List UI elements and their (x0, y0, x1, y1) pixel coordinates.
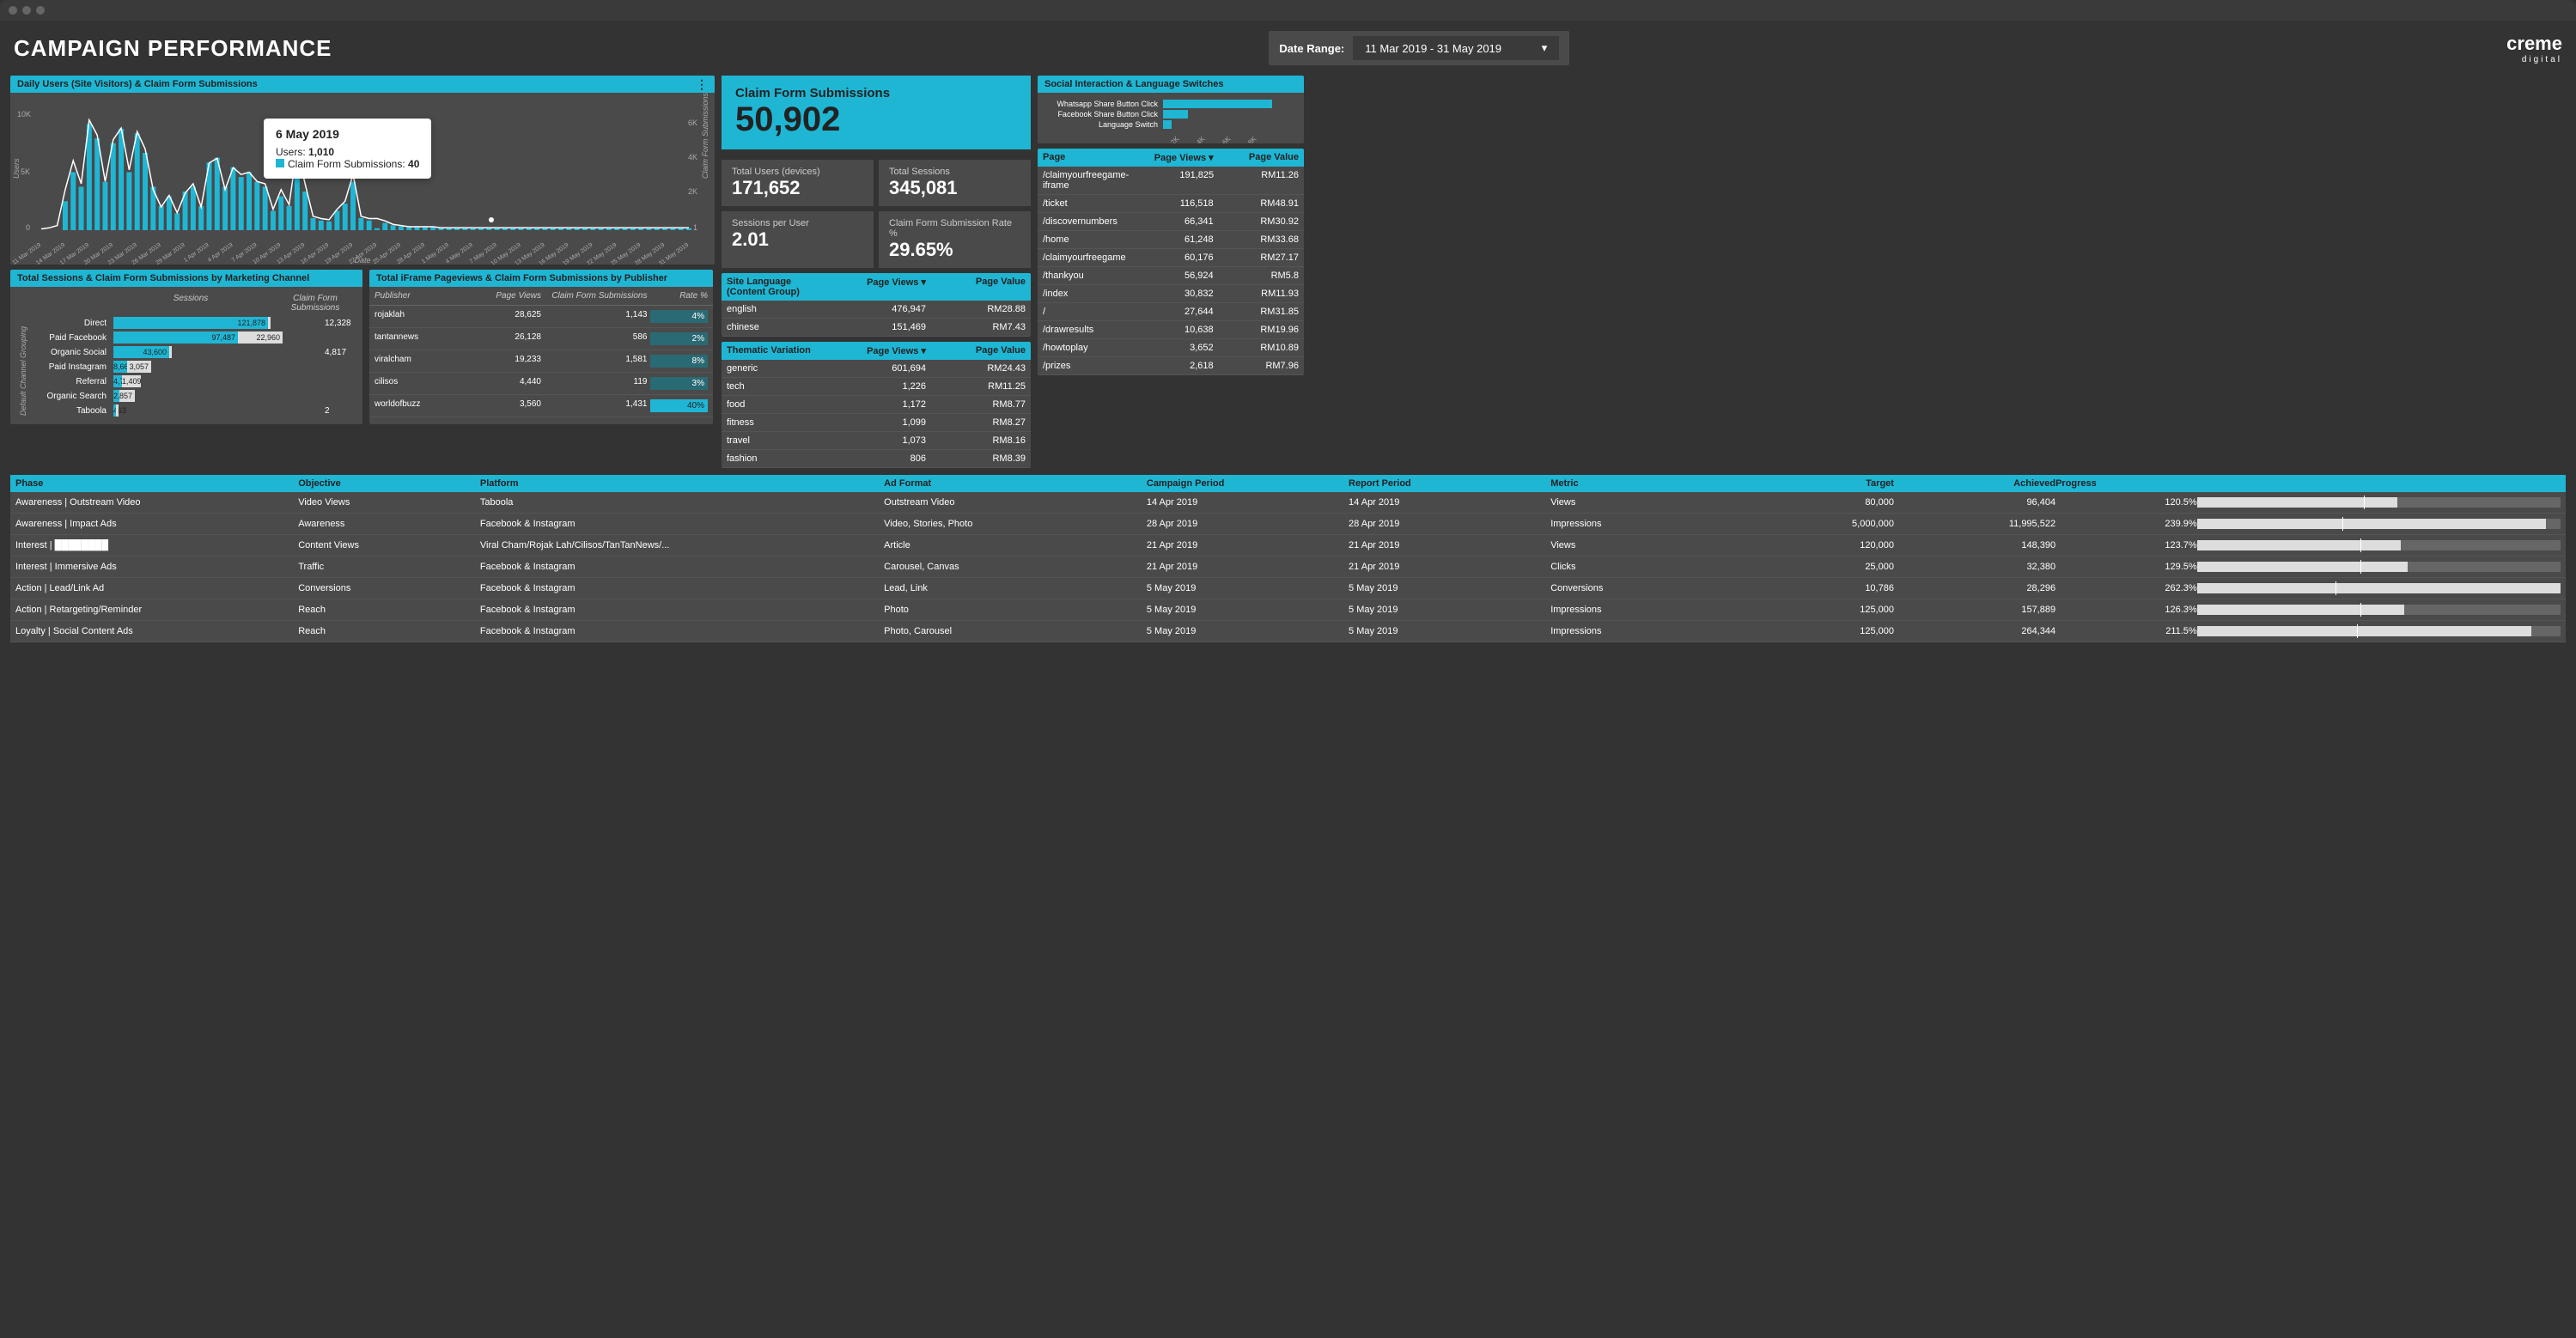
channel-row[interactable]: Organic Social43,6004,817 (27, 346, 354, 358)
campaign-table: PhaseObjectivePlatformAd FormatCampaign … (10, 475, 2566, 642)
daily-chart-panel: Daily Users (Site Visitors) & Claim Form… (10, 76, 715, 265)
kpi-card: Total Sessions345,081 (879, 160, 1031, 206)
campaign-row[interactable]: Action | Lead/Link AdConversionsFacebook… (10, 578, 2566, 599)
campaign-row[interactable]: Loyalty | Social Content AdsReachFaceboo… (10, 621, 2566, 642)
traffic-light-close[interactable] (9, 6, 17, 15)
svg-text:6K: 6K (688, 119, 697, 127)
svg-text:4K: 4K (688, 153, 697, 161)
table-row[interactable]: /27,644RM31.85 (1038, 303, 1304, 321)
kpi-card: Total Users (devices)171,652 (722, 160, 874, 206)
table-row[interactable]: /drawresults10,638RM19.96 (1038, 321, 1304, 339)
chart-tooltip: 6 May 2019 Users: 1,010 Claim Form Submi… (264, 119, 431, 179)
publisher-row[interactable]: worldofbuzz3,5601,43140% (369, 395, 713, 417)
kpi-card: Claim Form Submission Rate %29.65% (879, 211, 1031, 268)
channel-row[interactable]: Direct121,87812,328 (27, 317, 354, 329)
table-row[interactable]: /index30,832RM11.93 (1038, 285, 1304, 303)
table-row[interactable]: fitness1,099RM8.27 (722, 414, 1031, 432)
publisher-row[interactable]: rojaklah28,6251,1434% (369, 306, 713, 328)
channel-row[interactable]: Referral4,7951,409 (27, 375, 354, 387)
claim-metric: Claim Form Submissions 50,902 (722, 76, 1031, 149)
chevron-down-icon: ▾ (1542, 41, 1548, 55)
table-row[interactable]: /thankyou56,924RM5.8 (1038, 267, 1304, 285)
channel-row[interactable]: Paid Facebook97,48722,960 (27, 331, 354, 344)
svg-text:1: 1 (693, 223, 697, 232)
svg-text:10K: 10K (17, 110, 31, 119)
panel-menu-icon[interactable]: ⋮ (696, 77, 708, 92)
publisher-row[interactable]: tantannews26,1285862% (369, 328, 713, 350)
table-row[interactable]: /howtoplay3,652RM10.89 (1038, 339, 1304, 357)
channel-row[interactable]: Taboola4632 (27, 404, 354, 417)
traffic-light-max[interactable] (36, 6, 45, 15)
table-row[interactable]: english476,947RM28.88 (722, 301, 1031, 319)
kpi-card: Sessions per User2.01 (722, 211, 874, 268)
date-range-value: 11 Mar 2019 - 31 May 2019 (1365, 42, 1501, 55)
table-row[interactable]: /prizes2,618RM7.96 (1038, 357, 1304, 375)
window-titlebar (0, 0, 2576, 21)
social-bar: Whatsapp Share Button Click (1043, 100, 1299, 108)
table-row[interactable]: /ticket116,518RM48.91 (1038, 195, 1304, 213)
channel-row[interactable]: Organic Search2,683857 (27, 390, 354, 402)
table-row[interactable]: food1,172RM8.77 (722, 396, 1031, 414)
date-range-picker[interactable]: Date Range: 11 Mar 2019 - 31 May 2019 ▾ (1269, 31, 1569, 65)
date-range-label: Date Range: (1279, 42, 1344, 55)
campaign-row[interactable]: Action | Retargeting/ReminderReachFacebo… (10, 599, 2566, 621)
table-row[interactable]: generic601,694RM24.43 (722, 360, 1031, 378)
publisher-panel: Total iFrame Pageviews & Claim Form Subm… (369, 270, 713, 424)
social-panel: Social Interaction & Language Switches W… (1038, 76, 1304, 143)
table-row[interactable]: chinese151,469RM7.43 (722, 319, 1031, 337)
table-row[interactable]: tech1,226RM11.25 (722, 378, 1031, 396)
table-row[interactable]: /claimyourfreegame-iframe191,825RM11.26 (1038, 167, 1304, 195)
campaign-row[interactable]: Awareness | Impact AdsAwarenessFacebook … (10, 514, 2566, 535)
campaign-row[interactable]: Interest | ████████Content ViewsViral Ch… (10, 535, 2566, 556)
table-row[interactable]: travel1,073RM8.16 (722, 432, 1031, 450)
svg-text:2K: 2K (688, 187, 697, 196)
svg-text:5K: 5K (21, 167, 30, 176)
table-row[interactable]: /home61,248RM33.68 (1038, 231, 1304, 249)
traffic-light-min[interactable] (22, 6, 31, 15)
social-bar: Facebook Share Button Click (1043, 110, 1299, 119)
table-row[interactable]: fashion806RM8.39 (722, 450, 1031, 468)
svg-text:0: 0 (26, 223, 30, 232)
page-title: CAMPAIGN PERFORMANCE (14, 35, 332, 62)
channel-panel: Total Sessions & Claim Form Submissions … (10, 270, 362, 424)
campaign-row[interactable]: Interest | Immersive AdsTrafficFacebook … (10, 556, 2566, 578)
svg-text:4 Apr 2019: 4 Apr 2019 (207, 242, 234, 264)
svg-text:Date: Date (354, 256, 370, 265)
table-row[interactable]: /claimyourfreegame60,176RM27.17 (1038, 249, 1304, 267)
publisher-row[interactable]: viralcham19,2331,5818% (369, 350, 713, 373)
svg-text:1 Apr 2019: 1 Apr 2019 (183, 242, 210, 264)
publisher-row[interactable]: cilisos4,4401193% (369, 373, 713, 395)
svg-text:Users: Users (12, 158, 21, 179)
svg-text:Claim Form Submissions: Claim Form Submissions (701, 93, 709, 179)
brand-logo: creme digital (2506, 33, 2562, 64)
channel-row[interactable]: Paid Instagram8,6623,057 (27, 361, 354, 373)
campaign-row[interactable]: Awareness | Outstream VideoVideo ViewsTa… (10, 492, 2566, 514)
table-row[interactable]: /discovernumbers66,341RM30.92 (1038, 213, 1304, 231)
